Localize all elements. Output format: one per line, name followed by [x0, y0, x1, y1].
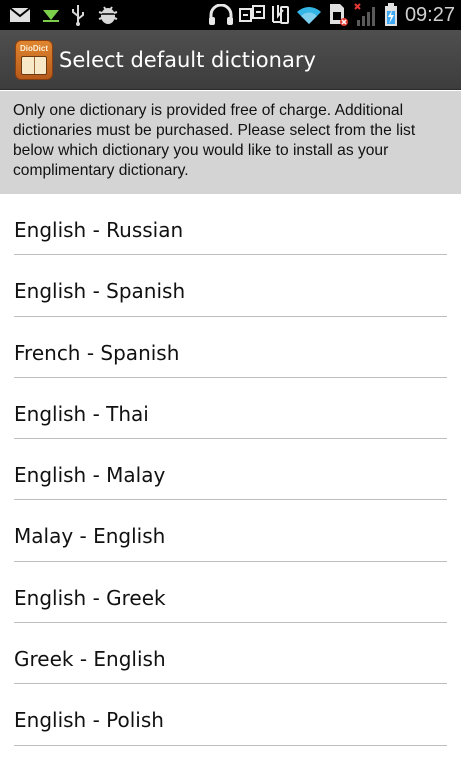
- screen-mirror-icon: [238, 0, 266, 30]
- dictionary-label: English - Russian: [14, 218, 184, 242]
- dictionary-list-item[interactable]: Malay - English: [0, 500, 461, 562]
- dictionary-label: French - Spanish: [14, 340, 180, 365]
- dictionary-list-item[interactable]: English - Russian: [0, 194, 461, 256]
- book-icon: [21, 56, 47, 75]
- dictionary-list-item[interactable]: French - Spanish: [0, 317, 461, 378]
- dictionary-label: English - Thai: [14, 401, 149, 426]
- dictionary-label: English - Greek: [14, 585, 166, 610]
- dictionary-label: English - Polish: [14, 708, 164, 733]
- dictionary-list-item[interactable]: English - Greek: [0, 562, 461, 624]
- status-bar-right-icons: [0, 0, 461, 30]
- dictionary-list-item[interactable]: English - Thai: [0, 378, 461, 440]
- signal-icon: [353, 0, 379, 30]
- status-bar-clock: 09:27: [404, 4, 455, 26]
- free-dictionary-notice: Only one dictionary is provided free of …: [0, 91, 461, 194]
- app-logo-text: DioDict: [20, 44, 48, 53]
- action-bar: DioDict Select default dictionary: [0, 30, 461, 90]
- page-title: Select default dictionary: [59, 48, 316, 72]
- nfc-icon: [268, 0, 290, 30]
- dictionary-list-item[interactable]: English - Polish: [0, 684, 461, 746]
- dictionary-label: Greek - English: [14, 647, 166, 672]
- battery-charging-icon: [382, 0, 400, 30]
- dictionary-list-item[interactable]: English - Spanish: [0, 255, 461, 317]
- dictionary-list-item[interactable]: English - Malay: [0, 439, 461, 501]
- app-logo[interactable]: DioDict: [15, 40, 53, 80]
- list-divider: [14, 744, 447, 746]
- dictionary-label: English - Malay: [14, 463, 166, 488]
- dictionary-label: English - Spanish: [14, 279, 186, 304]
- wifi-icon: [294, 0, 324, 30]
- headset-icon: [207, 0, 235, 30]
- status-bar: 09:27: [0, 0, 461, 30]
- dictionary-label: Malay - English: [14, 524, 166, 549]
- dictionary-list-item[interactable]: Greek - English: [0, 623, 461, 685]
- dictionary-list: English - Russian English - Spanish Fren…: [0, 194, 461, 746]
- sim-card-icon: [327, 0, 349, 30]
